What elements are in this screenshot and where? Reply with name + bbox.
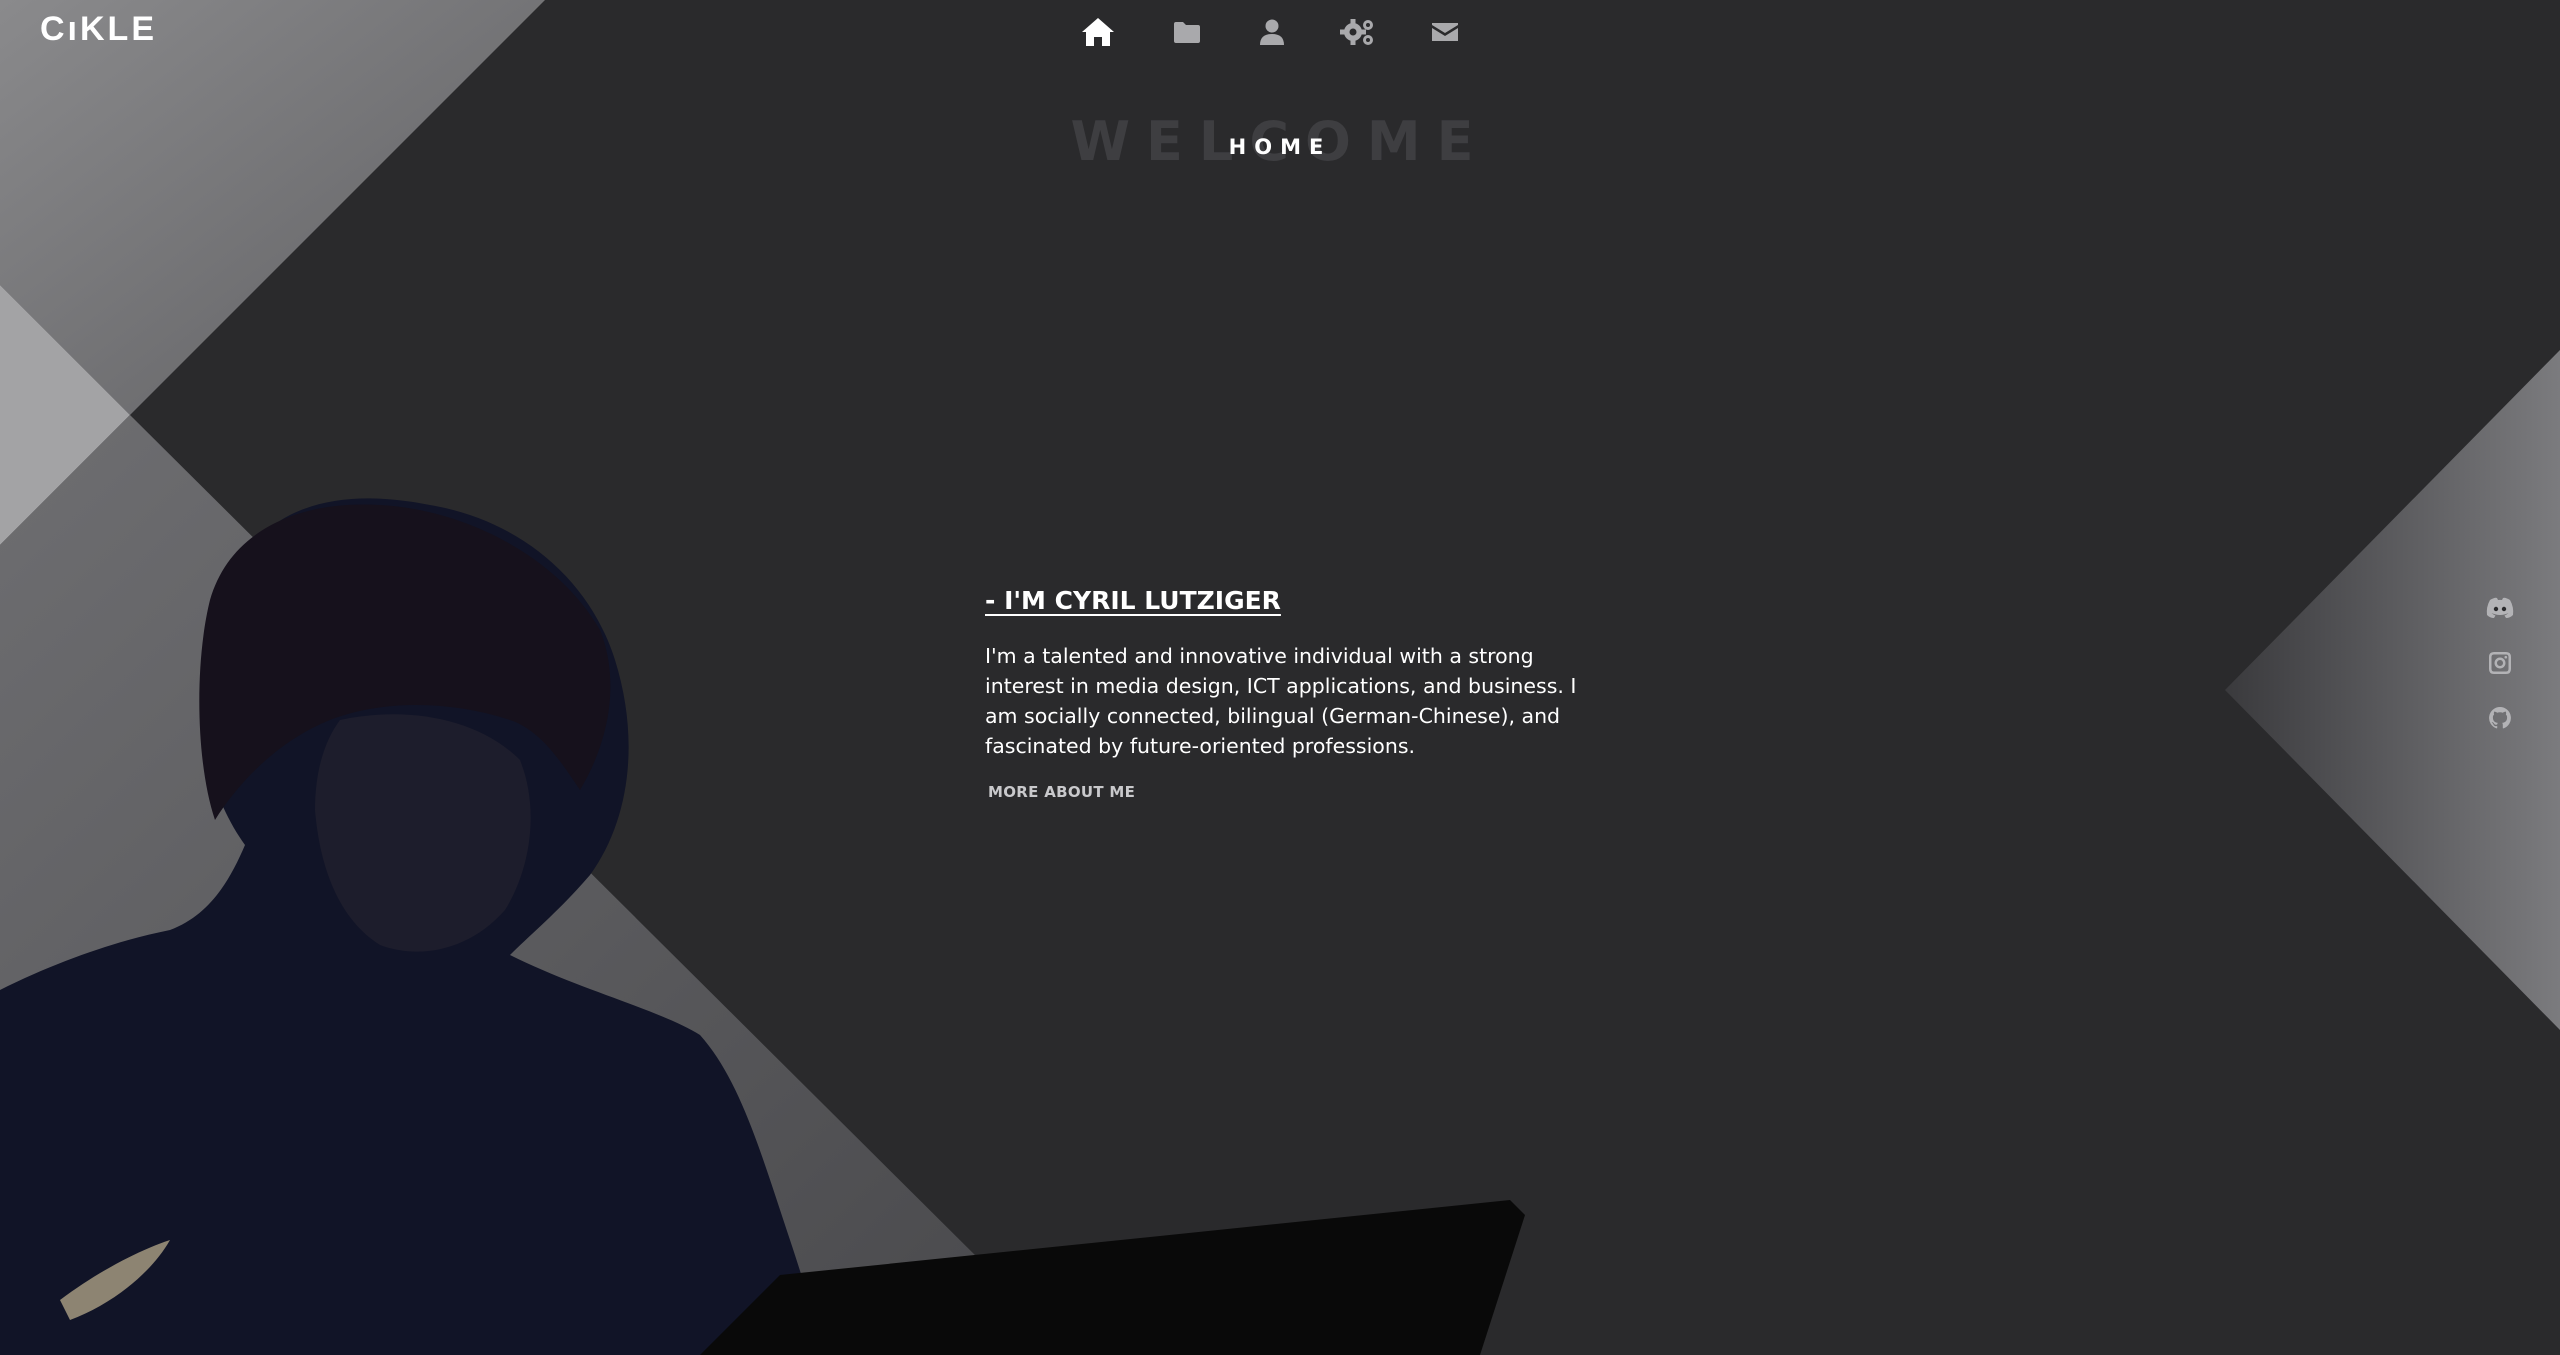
hero-heading: - I'M CYRIL LUTZIGER (985, 586, 1281, 615)
section-title: HOME (1228, 135, 1332, 159)
instagram-icon (2489, 652, 2511, 674)
nav-skills[interactable] (1333, 12, 1383, 52)
nav-contact[interactable] (1420, 12, 1470, 52)
envelope-icon (1432, 23, 1458, 41)
discord-link[interactable] (2480, 588, 2520, 628)
nav-home[interactable] (1073, 12, 1123, 52)
discord-icon (2486, 597, 2514, 618)
more-about-me-button[interactable]: MORE ABOUT ME (988, 783, 1135, 801)
home-icon (1082, 18, 1114, 46)
github-icon (2489, 707, 2511, 729)
gears-icon (1340, 19, 1373, 45)
instagram-link[interactable] (2480, 643, 2520, 683)
section-heading: WELCOME HOME (0, 110, 2560, 190)
hero-intro: - I'M CYRIL LUTZIGER I'm a talented and … (985, 586, 1595, 801)
hero-description: I'm a talented and innovative individual… (985, 644, 1577, 758)
github-link[interactable] (2480, 698, 2520, 738)
social-links (2480, 588, 2520, 753)
nav-about[interactable] (1247, 12, 1297, 52)
user-icon (1260, 19, 1284, 45)
folder-icon (1174, 22, 1200, 43)
brand-logo[interactable]: CıKLE (40, 10, 157, 49)
nav-projects[interactable] (1162, 12, 1212, 52)
